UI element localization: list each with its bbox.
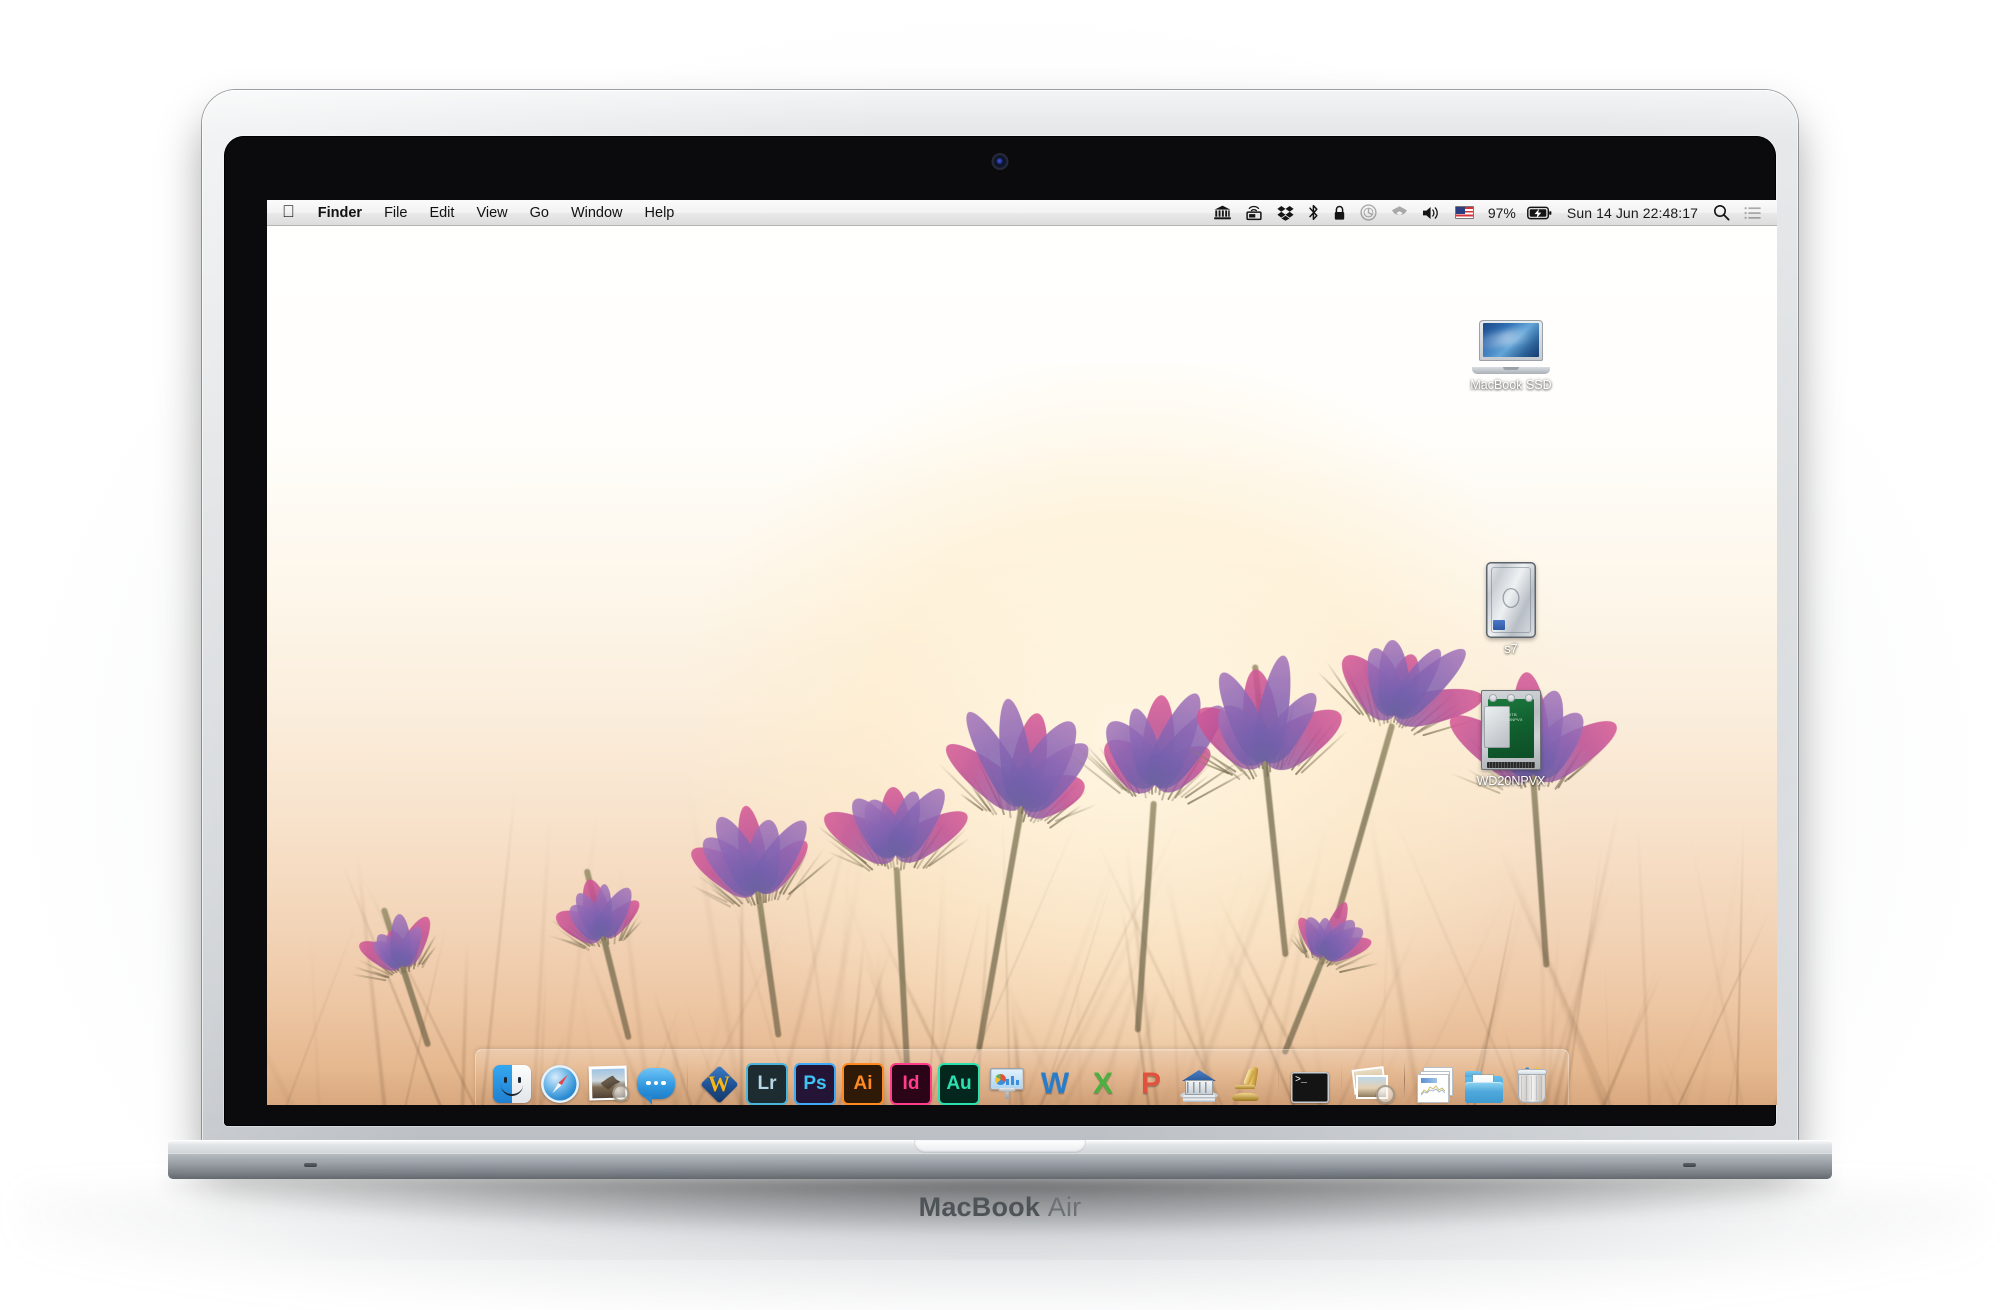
dock-separator — [687, 1059, 688, 1101]
dock-item-photoshop[interactable]: Ps — [793, 1059, 837, 1103]
lid-open-notch — [914, 1140, 1086, 1153]
wallpaper-flower — [1280, 879, 1380, 1055]
display-screen:  Finder File Edit View Go Window Help — [267, 200, 1777, 1105]
battery-percent-label: 97% — [1487, 204, 1516, 221]
search-icon[interactable] — [1706, 200, 1737, 226]
desktop-icon-wd20npvx[interactable]: 2.0TB WD20NPVX WD20NPVX — [1451, 690, 1571, 788]
dock-separator — [1278, 1059, 1279, 1101]
menu-item-file[interactable]: File — [373, 200, 418, 226]
lightroom-glyph: Lr — [748, 1065, 786, 1103]
wallpaper-flower — [546, 851, 646, 1041]
brand-macbook: MacBook — [918, 1192, 1041, 1222]
menu-item-finder[interactable]: Finder — [307, 200, 373, 226]
excel-glyph: X — [1092, 1067, 1113, 1100]
desktop-icon-label: WD20NPVX — [1476, 774, 1546, 788]
dock-item-trash[interactable] — [1510, 1059, 1554, 1103]
illustrator-glyph: Ai — [844, 1065, 882, 1103]
external-drive-icon — [1486, 562, 1536, 638]
dock-item-messages[interactable] — [634, 1059, 678, 1105]
menu-item-help[interactable]: Help — [634, 200, 686, 226]
dock-item-finder[interactable] — [490, 1059, 534, 1103]
internal-drive-icon — [1472, 320, 1550, 374]
dock-item-microscope[interactable] — [1225, 1059, 1269, 1103]
wallpaper-flower — [1185, 630, 1351, 957]
us-flag-icon[interactable] — [1448, 200, 1481, 226]
dock-stack-documents[interactable] — [1414, 1059, 1458, 1103]
menu-bar-left:  Finder File Edit View Go Window Help — [280, 200, 685, 226]
rubber-foot — [304, 1163, 317, 1167]
rubber-foot — [1683, 1163, 1696, 1167]
menu-bar-clock[interactable]: Sun 14 Jun 22:48:17 — [1559, 200, 1706, 226]
wifi-icon[interactable] — [1384, 200, 1415, 226]
macbook-air-device:  Finder File Edit View Go Window Help — [22, 90, 1982, 1310]
menu-bar-status-area: 97% Sun 14 Jun 22:48:17 — [1207, 200, 1768, 226]
dock-item-keynote[interactable] — [985, 1059, 1029, 1103]
screen-sharing-icon[interactable] — [1238, 200, 1270, 226]
dock-item-mail[interactable] — [586, 1059, 630, 1103]
desktop-icon-s7[interactable]: s7 — [1451, 562, 1571, 656]
dock-stack-downloads[interactable] — [1462, 1059, 1506, 1103]
dock-item-word[interactable]: W — [1033, 1059, 1077, 1103]
dock-item-excel[interactable]: X — [1081, 1059, 1125, 1103]
dock-item-terminal[interactable]: >_ — [1288, 1059, 1332, 1103]
dock-item-safari[interactable] — [538, 1059, 582, 1103]
desktop-icon-label: s7 — [1504, 642, 1518, 656]
desktop-icon-label: MacBook SSD — [1470, 378, 1552, 392]
dock-item-powerpoint[interactable]: P — [1129, 1059, 1173, 1103]
time-machine-icon[interactable] — [1353, 200, 1384, 226]
wallpaper-flower — [1067, 664, 1252, 1033]
menu-bar:  Finder File Edit View Go Window Help — [267, 200, 1777, 226]
laptop-base — [168, 1140, 1832, 1196]
brand-air: Air — [1047, 1192, 1082, 1222]
photoshop-glyph: Ps — [796, 1065, 834, 1103]
apple-menu-icon[interactable]:  — [280, 200, 307, 225]
dock-item-bank[interactable] — [1177, 1059, 1221, 1103]
volume-icon[interactable] — [1415, 200, 1448, 226]
dock: W Lr Ps Ai Id Au W X P >_ — [475, 1049, 1569, 1105]
powerpoint-glyph: P — [1140, 1067, 1161, 1100]
bare-drive-icon: 2.0TB WD20NPVX — [1481, 690, 1541, 770]
device-branding: MacBook Air — [919, 1192, 1082, 1223]
mathematica-glyph: W — [708, 1071, 730, 1096]
wallpaper-flower — [816, 741, 976, 1073]
battery-charging-icon[interactable] — [1520, 200, 1559, 226]
dock-item-indesign[interactable]: Id — [889, 1059, 933, 1103]
dock-separator — [1341, 1059, 1342, 1101]
menu-item-view[interactable]: View — [465, 200, 518, 226]
word-glyph: W — [1040, 1067, 1070, 1100]
dock-item-illustrator[interactable]: Ai — [841, 1059, 885, 1103]
dock-item-audition[interactable]: Au — [937, 1059, 981, 1103]
audition-glyph: Au — [940, 1065, 978, 1103]
dock-stack-separator — [1404, 1059, 1405, 1101]
desktop-icon-macbook-ssd[interactable]: MacBook SSD — [1451, 320, 1571, 392]
dock-item-preview[interactable] — [1351, 1059, 1395, 1104]
notification-center-icon[interactable] — [1737, 200, 1768, 226]
terminal-prompt-glyph: >_ — [1291, 1072, 1329, 1103]
screen-bezel:  Finder File Edit View Go Window Help — [224, 136, 1777, 1126]
bank-building-icon[interactable] — [1207, 200, 1238, 226]
menu-item-edit[interactable]: Edit — [418, 200, 465, 226]
indesign-glyph: Id — [892, 1065, 930, 1103]
bluetooth-icon[interactable] — [1301, 200, 1326, 226]
dock-item-mathematica[interactable]: W — [697, 1059, 741, 1104]
lock-icon[interactable] — [1326, 200, 1353, 226]
wallpaper-flower — [351, 892, 438, 1048]
menu-item-go[interactable]: Go — [519, 200, 560, 226]
menu-item-window[interactable]: Window — [560, 200, 634, 226]
webcam-icon — [992, 154, 1008, 169]
wallpaper-flower — [684, 778, 837, 1038]
dock-item-lightroom[interactable]: Lr — [745, 1059, 789, 1103]
dropbox-icon[interactable] — [1270, 200, 1301, 226]
